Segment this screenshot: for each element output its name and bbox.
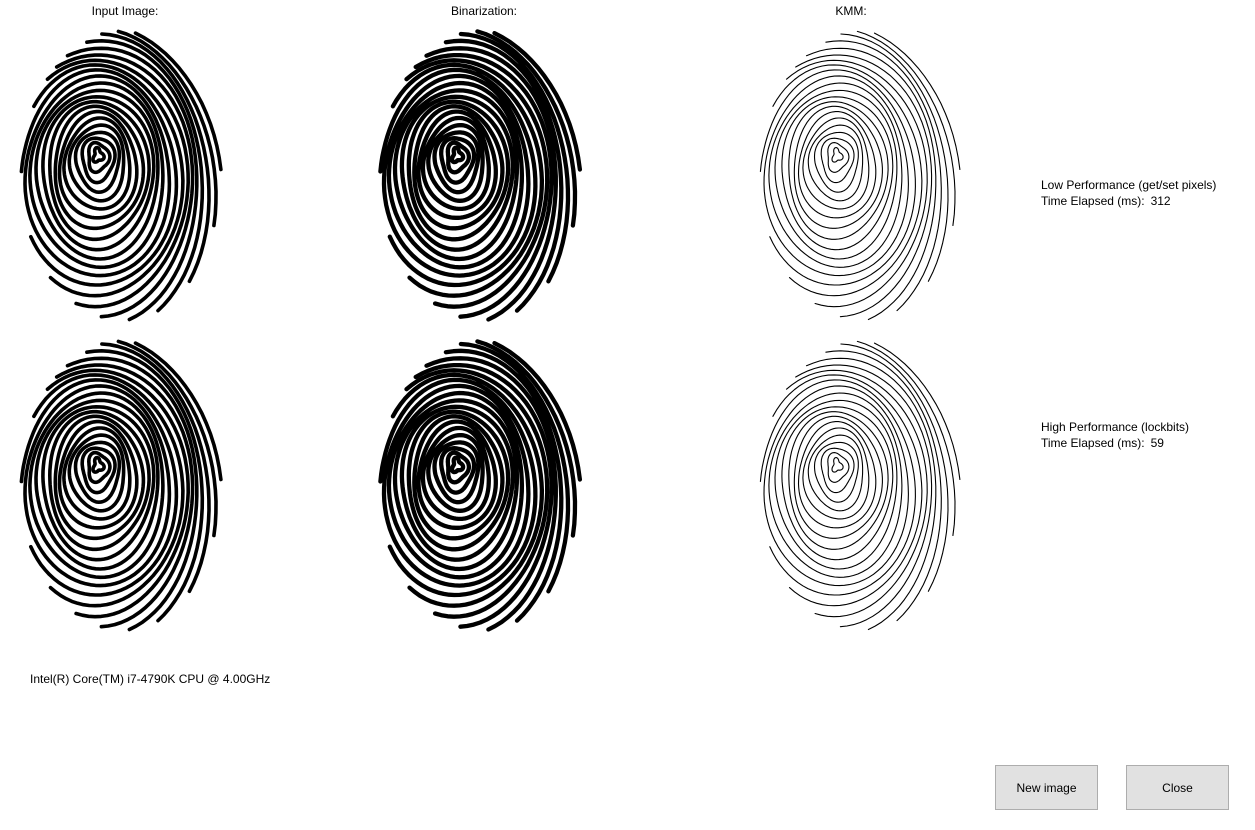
input-image-title: Input Image: [91, 4, 159, 18]
kmm-image-high [755, 336, 965, 632]
close-button[interactable]: Close [1126, 765, 1229, 810]
high-performance-time-label: Time Elapsed (ms): [1041, 436, 1145, 450]
new-image-button[interactable]: New image [995, 765, 1098, 810]
binarized-image-high [375, 336, 585, 632]
input-image-high [16, 336, 226, 632]
cpu-info-label: Intel(R) Core(TM) i7-4790K CPU @ 4.00GHz [30, 672, 271, 686]
high-performance-time-value: 59 [1150, 436, 1164, 450]
kmm-image-low [755, 26, 965, 322]
low-performance-title: Low Performance (get/set pixels) [1041, 178, 1217, 192]
input-image-low [16, 26, 226, 322]
binarization-title: Binarization: [450, 4, 518, 18]
main-window: Input Image: Binarization: KMM: Low Perf… [0, 0, 1255, 830]
low-performance-time-row: Time Elapsed (ms): 312 [1041, 193, 1216, 209]
high-performance-title: High Performance (lockbits) [1041, 420, 1190, 434]
low-performance-time-label: Time Elapsed (ms): [1041, 194, 1145, 208]
binarized-image-low [375, 26, 585, 322]
high-performance-panel: High Performance (lockbits) Time Elapsed… [1041, 419, 1189, 451]
high-performance-time-row: Time Elapsed (ms): 59 [1041, 435, 1189, 451]
low-performance-panel: Low Performance (get/set pixels) Time El… [1041, 177, 1216, 209]
kmm-title: KMM: [835, 4, 867, 18]
low-performance-time-value: 312 [1150, 194, 1171, 208]
